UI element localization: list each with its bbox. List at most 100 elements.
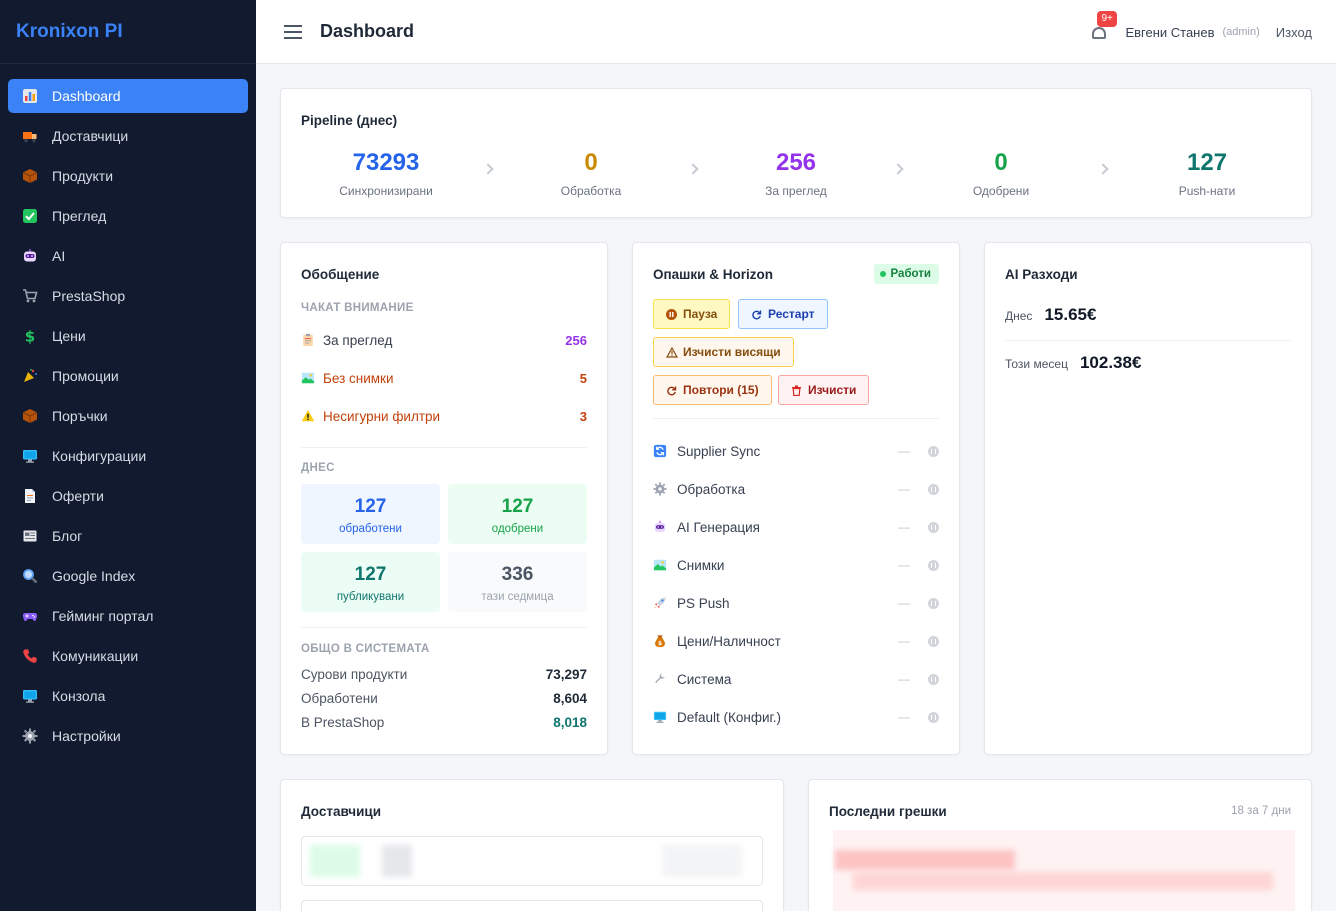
clear-label: Изчисти [808, 383, 857, 397]
pause-icon[interactable] [928, 521, 939, 533]
truck-icon [22, 128, 38, 144]
sidebar-item-доставчици[interactable]: Доставчици [8, 119, 248, 153]
stat-tile-label: тази седмица [481, 591, 554, 603]
sidebar-item-настройки[interactable]: Настройки [8, 719, 248, 753]
queue-name: Supplier Sync [677, 443, 761, 459]
total-label: В PrestaShop [301, 715, 385, 730]
sidebar-item-dashboard[interactable]: Dashboard [8, 79, 248, 113]
attention-item[interactable]: Несигурни филтри 3 [301, 406, 587, 426]
retry-label: Повтори (15) [683, 383, 759, 397]
gear-icon [22, 728, 38, 744]
sidebar-item-преглед[interactable]: Преглед [8, 199, 248, 233]
newspaper-icon [22, 528, 38, 544]
queue-row: PS Push — [653, 593, 939, 613]
sidebar-item-гейминг-портал[interactable]: Гейминг портал [8, 599, 248, 633]
robot-icon [22, 248, 38, 264]
pipeline-stage: 256 За преглед [716, 149, 876, 198]
error-list[interactable] [833, 830, 1295, 911]
attention-item[interactable]: За преглед 256 [301, 330, 587, 350]
sync-icon [653, 444, 667, 458]
pipeline-stage: 0 Одобрени [921, 149, 1081, 198]
total-row: Сурови продукти 73,297 [301, 667, 587, 682]
total-row: Обработени 8,604 [301, 691, 587, 706]
bell-icon[interactable]: 9+ [1091, 11, 1117, 41]
sidebar-item-label: AI [52, 248, 66, 264]
cost-today-value: 15.65€ [1044, 305, 1097, 324]
stat-tile: 127 публикувани [301, 552, 440, 612]
sidebar-item-поръчки[interactable]: Поръчки [8, 399, 248, 433]
sidebar-item-label: Настройки [52, 728, 121, 744]
supplier-row[interactable] [301, 900, 763, 911]
pipeline-stage-label: За преглед [765, 184, 827, 198]
restart-button[interactable]: Рестарт [738, 299, 828, 329]
pipeline-stage-value: 127 [1186, 149, 1228, 176]
sidebar-item-комуникации[interactable]: Комуникации [8, 639, 248, 673]
brand-logo[interactable]: Kronixon PI [0, 0, 256, 64]
stat-tile-label: публикувани [336, 591, 405, 603]
logout-link[interactable]: Изход [1276, 25, 1312, 40]
sidebar-item-label: Цени [52, 328, 86, 344]
sidebar-item-ai[interactable]: AI [8, 239, 248, 273]
cost-month-row: Този месец 102.38€ [1005, 353, 1141, 373]
pause-icon[interactable] [928, 483, 939, 495]
warning-icon [301, 409, 315, 423]
user-name[interactable]: Евгени Станев [1125, 25, 1214, 40]
pause-icon[interactable] [928, 635, 939, 647]
sidebar-item-конфигурации[interactable]: Конфигурации [8, 439, 248, 473]
monitor-icon [22, 688, 38, 704]
sidebar-item-блог[interactable]: Блог [8, 519, 248, 553]
sidebar-item-конзола[interactable]: Конзола [8, 679, 248, 713]
sidebar-item-label: Оферти [52, 488, 104, 504]
cost-today-row: Днес 15.65€ [1005, 305, 1096, 325]
pipeline-stage-value: 256 [775, 149, 817, 176]
supplier-row[interactable] [301, 836, 763, 886]
today-label: ДНЕС [301, 462, 335, 474]
notification-badge: 9+ [1097, 11, 1117, 27]
pause-icon[interactable] [928, 445, 939, 457]
retry-button[interactable]: Повтори (15) [653, 375, 772, 405]
sidebar-item-label: Конфигурации [52, 448, 147, 464]
stat-tile: 336 тази седмица [448, 552, 587, 612]
queue-count: — [898, 558, 910, 572]
sidebar-item-label: Преглед [52, 208, 107, 224]
sidebar-item-label: Dashboard [52, 88, 121, 104]
pause-icon[interactable] [928, 559, 939, 571]
sidebar-item-продукти[interactable]: Продукти [8, 159, 248, 193]
sidebar-item-цени[interactable]: $ Цени [8, 319, 248, 353]
recent-errors-card: Последни грешки 18 за 7 дни [808, 779, 1312, 911]
summary-title: Обобщение [301, 267, 380, 282]
gamepad-icon [22, 608, 38, 624]
pause-icon[interactable] [928, 673, 939, 685]
pause-button[interactable]: Пауза [653, 299, 731, 329]
sidebar-item-prestashop[interactable]: PrestaShop [8, 279, 248, 313]
sidebar-item-промоции[interactable]: Промоции [8, 359, 248, 393]
sidebar-item-оферти[interactable]: Оферти [8, 479, 248, 513]
attention-item-label: Несигурни филтри [323, 408, 441, 424]
sidebar-item-label: PrestaShop [52, 288, 126, 304]
attention-item[interactable]: Без снимки 5 [301, 368, 587, 388]
cost-month-value: 102.38€ [1079, 353, 1142, 372]
suppliers-title: Доставчици [301, 804, 381, 819]
sidebar-item-label: Конзола [52, 688, 106, 704]
pause-icon [666, 308, 677, 320]
phone-icon [22, 648, 38, 664]
sidebar-item-label: Доставчици [52, 128, 129, 144]
document-icon [22, 488, 38, 504]
pause-icon[interactable] [928, 711, 939, 723]
topbar: Dashboard 9+ Евгени Станев (admin) Изход [256, 0, 1336, 64]
sidebar-item-label: Блог [52, 528, 83, 544]
queue-row: Supplier Sync — [653, 441, 939, 461]
clear-stuck-button[interactable]: Изчисти висящи [653, 337, 794, 367]
sidebar-item-label: Промоции [52, 368, 119, 384]
sidebar-item-google-index[interactable]: Google Index [8, 559, 248, 593]
menu-toggle-icon[interactable] [284, 24, 302, 39]
pipeline-stage-label: Обработка [560, 184, 622, 198]
sidebar-item-label: Гейминг портал [52, 608, 154, 624]
clear-button[interactable]: Изчисти [778, 375, 870, 405]
chevron-right-icon [1097, 163, 1109, 175]
status-badge: Работи [873, 264, 939, 284]
queue-count: — [898, 596, 910, 610]
pause-icon[interactable] [928, 597, 939, 609]
svg-text:$: $ [658, 640, 662, 647]
stat-tile-value: 127 [354, 564, 387, 585]
